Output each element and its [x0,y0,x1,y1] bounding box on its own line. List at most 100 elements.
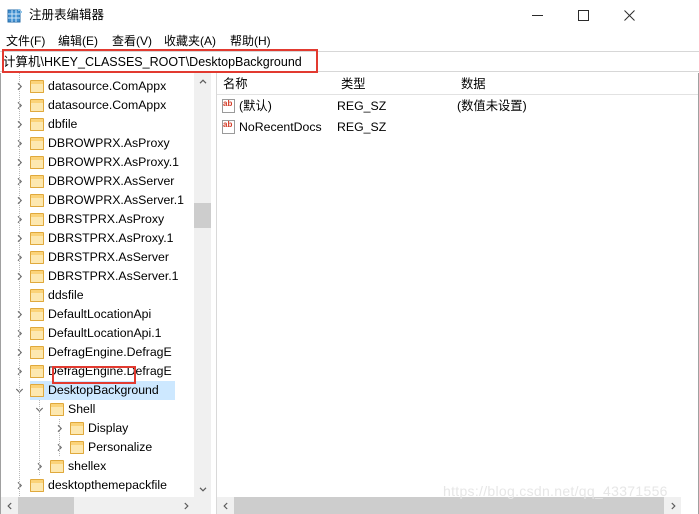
folder-icon [30,175,44,188]
tree-item-label: desktopthemepackfile [48,478,167,492]
tree-vertical-scrollbar[interactable] [194,73,211,497]
tree-item-label: DefaultLocationApi [48,307,152,321]
tree-item-datasource-comappx[interactable]: datasource.ComAppx [0,96,194,115]
tree-item-label: Display [88,421,129,435]
tree-item-dbrowprx-asserver[interactable]: DBROWPRX.AsServer [0,172,194,191]
folder-icon [30,327,44,340]
menu-file[interactable]: 文件(F) [6,33,45,49]
menu-help[interactable]: 帮助(H) [230,33,271,49]
tree-item-datasource-comappx[interactable]: datasource.ComAppx [0,77,194,96]
tree-item-dbfile[interactable]: dbfile [0,115,194,134]
minimize-button[interactable] [514,0,560,30]
values-table-row[interactable]: ab (默认) REG_SZ (数值未设置) [217,96,698,117]
column-header-type[interactable]: 类型 [341,76,366,92]
tree-item-label: DefragEngine.DefragE [48,364,172,378]
registry-editor-window: 注册表编辑器 文件(F) 编辑(E) 查看(V) 收藏夹(A) 帮助(H) 计算… [0,0,699,514]
tree-item-label: DBROWPRX.AsProxy [48,136,170,150]
tree-item-label: DBRSTPRX.AsProxy.1 [48,231,174,245]
column-header-name[interactable]: 名称 [223,76,248,92]
tree-item-label: ddsfile [48,288,84,302]
values-hscroll-thumb[interactable] [234,497,664,514]
folder-icon [30,289,44,302]
value-name-cell: (默认) [239,99,272,113]
tree-item-shellex[interactable]: shellex [0,457,194,476]
tree-horizontal-scrollbar[interactable] [1,497,194,514]
tree-item-dbrowprx-asserver-1[interactable]: DBROWPRX.AsServer.1 [0,191,194,210]
menu-view[interactable]: 查看(V) [112,33,152,49]
tree-item-label: DBROWPRX.AsProxy.1 [48,155,179,169]
tree-item-dbrowprx-asproxy-1[interactable]: DBROWPRX.AsProxy.1 [0,153,194,172]
tree-item-defragengine-defrage[interactable]: DefragEngine.DefragE [0,343,194,362]
tree-scroll-right-arrow[interactable] [177,497,194,514]
tree-hscroll-thumb[interactable] [18,497,74,514]
tree-item-dbrstprx-asserver[interactable]: DBRSTPRX.AsServer [0,248,194,267]
tree-item-label: DBROWPRX.AsServer.1 [48,193,184,207]
tree-item-label: DBRSTPRX.AsServer.1 [48,269,179,283]
registry-tree-viewport[interactable]: datasource.ComAppx datasource.ComAppx dbfi… [0,73,194,497]
tree-scroll-corner [194,497,211,514]
folder-icon [70,422,84,435]
folder-icon [30,156,44,169]
registry-editor-icon [7,8,23,24]
maximize-button[interactable] [560,0,606,30]
folder-icon [30,232,44,245]
value-type-cell: REG_SZ [337,99,387,113]
address-path-text: 计算机\HKEY_CLASSES_ROOT\DesktopBackground [3,55,302,69]
menu-bar: 文件(F) 编辑(E) 查看(V) 收藏夹(A) 帮助(H) [0,31,699,51]
tree-item-dbrstprx-asproxy-1[interactable]: DBRSTPRX.AsProxy.1 [0,229,194,248]
folder-icon [30,479,44,492]
close-button[interactable] [606,0,652,30]
tree-item-dbrowprx-asproxy[interactable]: DBROWPRX.AsProxy [0,134,194,153]
tree-scroll-up-arrow[interactable] [194,73,211,90]
tree-item-label: DBRSTPRX.AsServer [48,250,169,264]
tree-item-desktopbackground[interactable]: DesktopBackground [0,381,194,400]
tree-item-label: shellex [68,459,107,473]
folder-icon [50,460,64,473]
title-bar: 注册表编辑器 [0,0,699,32]
values-horizontal-scrollbar[interactable] [217,497,681,514]
tree-item-display[interactable]: Display [0,419,194,438]
values-table-row[interactable]: ab NoRecentDocs REG_SZ [217,117,698,138]
string-value-icon: ab [222,120,236,134]
menu-favorites[interactable]: 收藏夹(A) [164,33,216,49]
tree-scroll-down-arrow[interactable] [194,480,211,497]
tree-item-defaultlocationapi[interactable]: DefaultLocationApi [0,305,194,324]
tree-item-dbrstprx-asproxy[interactable]: DBRSTPRX.AsProxy [0,210,194,229]
value-name-cell: NoRecentDocs [239,120,322,134]
folder-icon [30,213,44,226]
tree-item-personalize[interactable]: Personalize [0,438,194,457]
column-divider-type-data[interactable] [455,75,456,93]
tree-item-desktopthemepackfile[interactable]: desktopthemepackfile [0,476,194,495]
folder-icon [30,194,44,207]
tree-item-label: Personalize [88,440,153,454]
address-bar[interactable]: 计算机\HKEY_CLASSES_ROOT\DesktopBackground [0,51,699,72]
tree-item-label: DefragEngine.DefragE [48,345,172,359]
menu-edit[interactable]: 编辑(E) [58,33,98,49]
tree-item-defaultlocationapi-1[interactable]: DefaultLocationApi.1 [0,324,194,343]
tree-item-label: DefaultLocationApi.1 [48,326,162,340]
tree-item-label: DBRSTPRX.AsProxy [48,212,165,226]
tree-item-shell[interactable]: Shell [0,400,194,419]
folder-icon [30,384,44,397]
value-data-cell: (数值未设置) [457,99,527,113]
values-scroll-right-arrow[interactable] [664,497,681,514]
tree-vscroll-track[interactable] [194,73,211,497]
values-scroll-left-arrow[interactable] [217,497,234,514]
tree-item-dbrstprx-asserver-1[interactable]: DBRSTPRX.AsServer.1 [0,267,194,286]
tree-vscroll-thumb[interactable] [194,203,211,228]
tree-item-label: dbfile [48,117,78,131]
tree-guide-level-1 [19,73,20,497]
folder-icon [30,137,44,150]
registry-values-panel: 名称 类型 数据 ab (默认) REG_SZ (数值未设置) ab NoRecentDo… [216,73,699,514]
tree-item-defragengine-defrage[interactable]: DefragEngine.DefragE [0,362,194,381]
tree-item-label: DBROWPRX.AsServer [48,174,175,188]
tree-item-label: datasource.ComAppx [48,79,167,93]
folder-icon [30,270,44,283]
tree-item-label: DesktopBackground [48,383,159,397]
tree-item-ddsfile[interactable]: ddsfile [0,286,194,305]
column-header-data[interactable]: 数据 [461,76,486,92]
registry-tree-panel: datasource.ComAppx datasource.ComAppx dbfi… [0,73,211,514]
tree-scroll-left-arrow[interactable] [1,497,18,514]
folder-icon [30,308,44,321]
column-divider-name-type[interactable] [335,75,336,93]
